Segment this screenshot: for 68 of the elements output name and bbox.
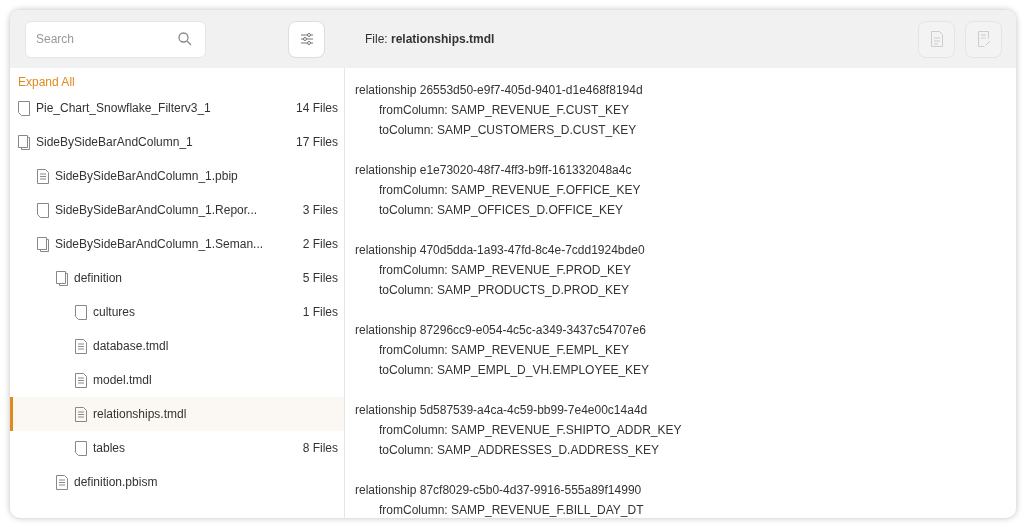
from-column-line: fromColumn: SAMP_REVENUE_F.OFFICE_KEY — [378, 182, 641, 199]
tree-item[interactable]: database.tmdl — [10, 329, 344, 363]
document-icon — [37, 202, 49, 218]
relationship-line: relationship 87cf8029-c5b0-4d37-9916-555a89f14990 — [355, 482, 642, 499]
tree-item[interactable]: relationships.tmdl — [10, 397, 344, 431]
tree-item[interactable]: cultures 1 Files — [10, 295, 344, 329]
text-file-icon — [56, 474, 68, 490]
filter-button[interactable] — [288, 20, 325, 58]
to-column-line: toColumn: SAMP_OFFICES_D.OFFICE_KEY — [378, 202, 624, 219]
document-icon — [75, 440, 87, 456]
tree-item[interactable]: tables 8 Files — [10, 431, 344, 465]
book-icon — [56, 270, 68, 286]
book-icon — [18, 134, 30, 150]
relationship-line: relationship 5d587539-a4ca-4c59-bb99-7e4e00c14a4d — [355, 402, 648, 419]
item-label: database.tmdl — [93, 338, 170, 355]
file-count: 2 Files — [302, 236, 338, 253]
to-column-line: toColumn: SAMP_CUSTOMERS_D.CUST_KEY — [378, 122, 637, 139]
tree-item[interactable]: SideBySideBarAndColumn_1 17 Files — [10, 125, 344, 159]
edit-document-icon — [976, 31, 991, 47]
book-icon — [37, 236, 49, 252]
text-file-icon — [75, 406, 87, 422]
document-icon — [18, 100, 30, 116]
item-label: tables — [93, 440, 127, 457]
file-count: 8 Files — [302, 440, 338, 457]
file-count: 17 Files — [295, 134, 338, 151]
tree-item[interactable]: SideBySideBarAndColumn_1.Seman... 2 Files — [10, 227, 344, 261]
file-count: 1 Files — [302, 304, 338, 321]
text-file-icon — [37, 168, 49, 184]
item-label: Pie_Chart_Snowflake_Filterv3_1 — [36, 100, 212, 117]
relationship-line: relationship 26553d50-e9f7-405d-9401-d1e468f8194d — [355, 82, 643, 99]
file-name: relationships.tmdl — [391, 32, 495, 46]
from-column-line: fromColumn: SAMP_REVENUE_F.SHIPTO_ADDR_KEY — [378, 422, 682, 439]
relationship-line: relationship 87296cc9-e054-4c5c-a349-3437c54707e6 — [355, 322, 646, 339]
to-column-line: toColumn: SAMP_PRODUCTS_D.PROD_KEY — [378, 282, 630, 299]
sliders-icon — [298, 31, 315, 47]
relationship-line: relationship 470d5dda-1a93-47fd-8c4e-7cdd1924bde0 — [355, 242, 645, 259]
tree-item[interactable]: SideBySideBarAndColumn_1.pbip — [10, 159, 344, 193]
item-label: cultures — [93, 304, 137, 321]
from-column-line: fromColumn: SAMP_REVENUE_F.CUST_KEY — [378, 102, 630, 119]
item-label: SideBySideBarAndColumn_1.Seman... — [55, 236, 265, 253]
item-label: relationships.tmdl — [93, 406, 188, 423]
to-column-line: toColumn: SAMP_ADDRESSES_D.ADDRESS_KEY — [378, 442, 660, 459]
file-count: 14 Files — [295, 100, 338, 117]
file-label: File: — [365, 32, 388, 46]
item-label: definition — [74, 270, 124, 287]
file-count: 3 Files — [302, 202, 338, 219]
search-field[interactable]: Search — [25, 20, 206, 58]
tree-item[interactable]: definition.pbism — [10, 465, 344, 499]
item-label: model.tmdl — [93, 372, 153, 389]
item-label: SideBySideBarAndColumn_1.Repor... — [55, 202, 259, 219]
document-icon — [75, 304, 87, 320]
from-column-line: fromColumn: SAMP_REVENUE_F.PROD_KEY — [378, 262, 632, 279]
from-column-line: fromColumn: SAMP_REVENUE_F.BILL_DAY_DT — [378, 502, 644, 518]
item-label: definition.pbism — [74, 474, 159, 491]
relationship-line: relationship e1e73020-48f7-4ff3-b9ff-161332048a4c — [355, 162, 632, 179]
file-count: 5 Files — [302, 270, 338, 287]
text-file-icon — [75, 372, 87, 388]
tree-item[interactable]: SideBySideBarAndColumn_1.Repor... 3 Files — [10, 193, 344, 227]
tree-item[interactable]: definition 5 Files — [10, 261, 344, 295]
search-icon — [178, 31, 192, 46]
from-column-line: fromColumn: SAMP_REVENUE_F.EMPL_KEY — [378, 342, 630, 359]
checklist-icon — [929, 31, 944, 47]
tree-item[interactable]: Pie_Chart_Snowflake_Filterv3_1 14 Files — [10, 91, 344, 125]
item-label: SideBySideBarAndColumn_1.pbip — [55, 168, 239, 185]
to-column-line: toColumn: SAMP_EMPL_D_VH.EMPLOYEE_KEY — [378, 362, 650, 379]
text-file-icon — [75, 338, 87, 354]
tree-item[interactable]: model.tmdl — [10, 363, 344, 397]
item-label: SideBySideBarAndColumn_1 — [36, 134, 194, 151]
